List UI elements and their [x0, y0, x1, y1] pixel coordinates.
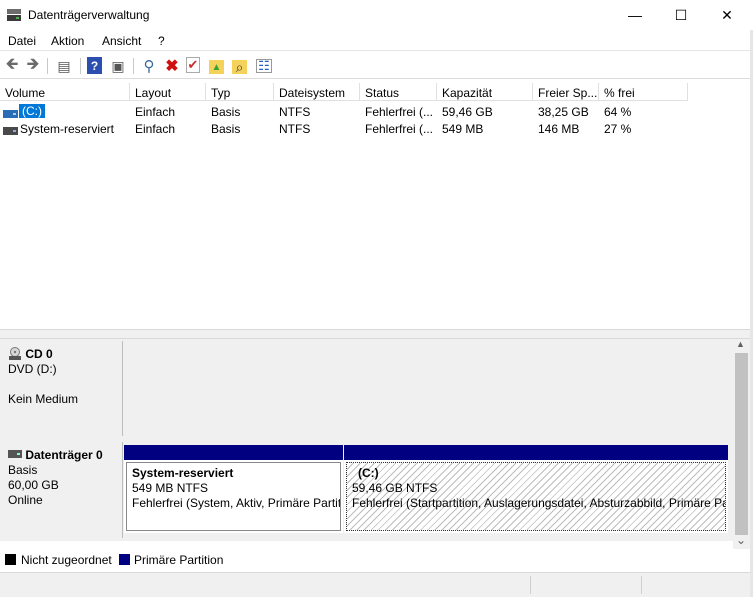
scrollbar-thumb[interactable]: [735, 353, 748, 535]
maximize-button[interactable]: ☐: [658, 0, 704, 30]
status-divider: [641, 576, 642, 594]
primary-partition-bar: [124, 445, 343, 460]
volume-disk-icon: [3, 107, 18, 121]
volume-free-percent: 27 %: [604, 122, 632, 136]
volume-name: (C:): [19, 104, 45, 118]
cd-disk-header: CD 0: [8, 347, 116, 362]
column-header-kapazitaet[interactable]: Kapazität: [437, 83, 533, 101]
volume-type: Basis: [211, 105, 241, 119]
title-bar: Datenträgerverwaltung — ☐ ✕: [0, 0, 753, 30]
cd-disk-area: [124, 341, 730, 436]
volume-disk-icon: [3, 124, 18, 138]
legend: Nicht zugeordnet Primäre Partition: [0, 550, 753, 570]
column-header-layout[interactable]: Layout: [130, 83, 206, 101]
disk-management-app-icon: [6, 8, 22, 22]
menu-ansicht[interactable]: Ansicht: [102, 34, 141, 48]
window-title: Datenträgerverwaltung: [28, 8, 150, 22]
partition-title: System-reserviert: [132, 466, 234, 480]
partition-status: Fehlerfrei (System, Aktiv, Primäre Parti…: [132, 496, 341, 510]
volume-status: Fehlerfrei (...: [365, 105, 434, 119]
column-header-freier-speicher[interactable]: Freier Sp...: [533, 83, 599, 101]
partition-info: (C:) 59,46 GB NTFS Fehlerfrei (Startpart…: [346, 462, 726, 531]
volume-capacity: 549 MB: [442, 122, 484, 136]
disk0-header: Datenträger 0: [8, 448, 116, 463]
partition-size: 549 MB NTFS: [132, 481, 209, 495]
scroll-down-icon[interactable]: ⌄: [736, 533, 746, 547]
volume-free-space: 146 MB: [538, 122, 580, 136]
column-header-prozent-frei[interactable]: % frei: [599, 83, 688, 101]
status-divider: [530, 576, 531, 594]
partition-c[interactable]: (C:) 59,46 GB NTFS Fehlerfrei (Startpart…: [344, 445, 728, 533]
cd-disk-label[interactable]: CD 0 DVD (D:) Kein Medium: [2, 341, 123, 436]
view-icon[interactable]: ▣: [109, 57, 127, 75]
volume-layout: Einfach: [135, 122, 176, 136]
back-arrow-icon[interactable]: 🡸: [3, 56, 21, 75]
volume-capacity: 59,46 GB: [442, 105, 493, 119]
help-icon[interactable]: ?: [87, 57, 102, 74]
toolbar-separator: [80, 58, 81, 74]
toolbar-separator: [47, 58, 48, 74]
disk0-state: Online: [8, 493, 43, 507]
legend-primary-partition: Primäre Partition: [134, 553, 224, 567]
toolbar-separator: [133, 58, 134, 74]
partition-title: (C:): [358, 466, 379, 480]
hard-disk-icon: [8, 448, 22, 462]
unallocated-swatch: [5, 554, 16, 565]
close-button[interactable]: ✕: [704, 0, 750, 30]
forward-arrow-icon[interactable]: 🡺: [24, 56, 42, 75]
volume-layout: Einfach: [135, 105, 176, 119]
menu-datei[interactable]: Datei: [8, 34, 36, 48]
column-header-dateisystem[interactable]: Dateisystem: [274, 83, 360, 101]
volume-free-percent: 64 %: [604, 105, 632, 119]
volume-type: Basis: [211, 122, 241, 136]
primary-partition-bar: [344, 445, 728, 460]
volume-filesystem: NTFS: [279, 105, 311, 119]
properties-icon[interactable]: ☷: [256, 58, 272, 73]
disk0-size: 60,00 GB: [8, 478, 59, 492]
console-tree-icon[interactable]: ▤: [55, 57, 73, 75]
volume-free-space: 38,25 GB: [538, 105, 589, 119]
cd-drive-letter: DVD (D:): [8, 362, 57, 376]
partition-size: 59,46 GB NTFS: [352, 481, 438, 495]
column-header-status[interactable]: Status: [360, 83, 437, 101]
connect-icon[interactable]: ⚲: [140, 57, 158, 75]
volume-name: System-reserviert: [20, 122, 115, 136]
partition-system-reserved[interactable]: System-reserviert 549 MB NTFS Fehlerfrei…: [124, 445, 343, 533]
minimize-button[interactable]: —: [612, 0, 658, 30]
primary-partition-swatch: [119, 554, 130, 565]
folder-up-icon[interactable]: ▲: [209, 60, 224, 74]
menu-help[interactable]: ?: [158, 34, 165, 48]
cd-drive-icon: [8, 347, 22, 361]
cd-disk-name: CD 0: [25, 347, 53, 361]
disk0-type: Basis: [8, 463, 38, 477]
legend-unallocated: Nicht zugeordnet: [21, 553, 112, 567]
pane-splitter[interactable]: [0, 329, 750, 339]
disk0-label[interactable]: Datenträger 0 Basis 60,00 GB Online: [2, 442, 123, 538]
volume-status: Fehlerfrei (...: [365, 122, 434, 136]
volume-filesystem: NTFS: [279, 122, 311, 136]
menu-bar: Datei Aktion Ansicht ?: [0, 31, 753, 51]
toolbar: 🡸 🡺 ▤ ? ▣ ⚲ ✖ ✔ ▲ ⌕ ☷: [0, 53, 753, 79]
disk0-name: Datenträger 0: [25, 448, 103, 462]
table-row[interactable]: System-reserviert Einfach Basis NTFS Feh…: [0, 120, 750, 137]
cd-media-status: Kein Medium: [8, 392, 79, 406]
explore-icon[interactable]: ⌕: [232, 59, 247, 75]
vertical-scrollbar[interactable]: ▲ ⌄: [733, 339, 750, 549]
menu-aktion[interactable]: Aktion: [51, 34, 84, 48]
check-icon[interactable]: ✔: [186, 57, 200, 73]
partition-status: Fehlerfrei (Startpartition, Auslagerungs…: [352, 496, 726, 510]
disk-graph-view: CD 0 DVD (D:) Kein Medium Datenträger 0 …: [0, 339, 733, 541]
delete-icon[interactable]: ✖: [163, 57, 181, 75]
scroll-up-icon[interactable]: ▲: [736, 339, 745, 349]
table-row[interactable]: (C:) Einfach Basis NTFS Fehlerfrei (... …: [0, 103, 750, 120]
volume-list: Volume Layout Typ Dateisystem Status Kap…: [0, 83, 750, 328]
status-bar: [0, 572, 753, 597]
column-header-typ[interactable]: Typ: [206, 83, 274, 101]
partition-info: System-reserviert 549 MB NTFS Fehlerfrei…: [126, 462, 341, 531]
column-header-volume[interactable]: Volume: [0, 83, 130, 101]
